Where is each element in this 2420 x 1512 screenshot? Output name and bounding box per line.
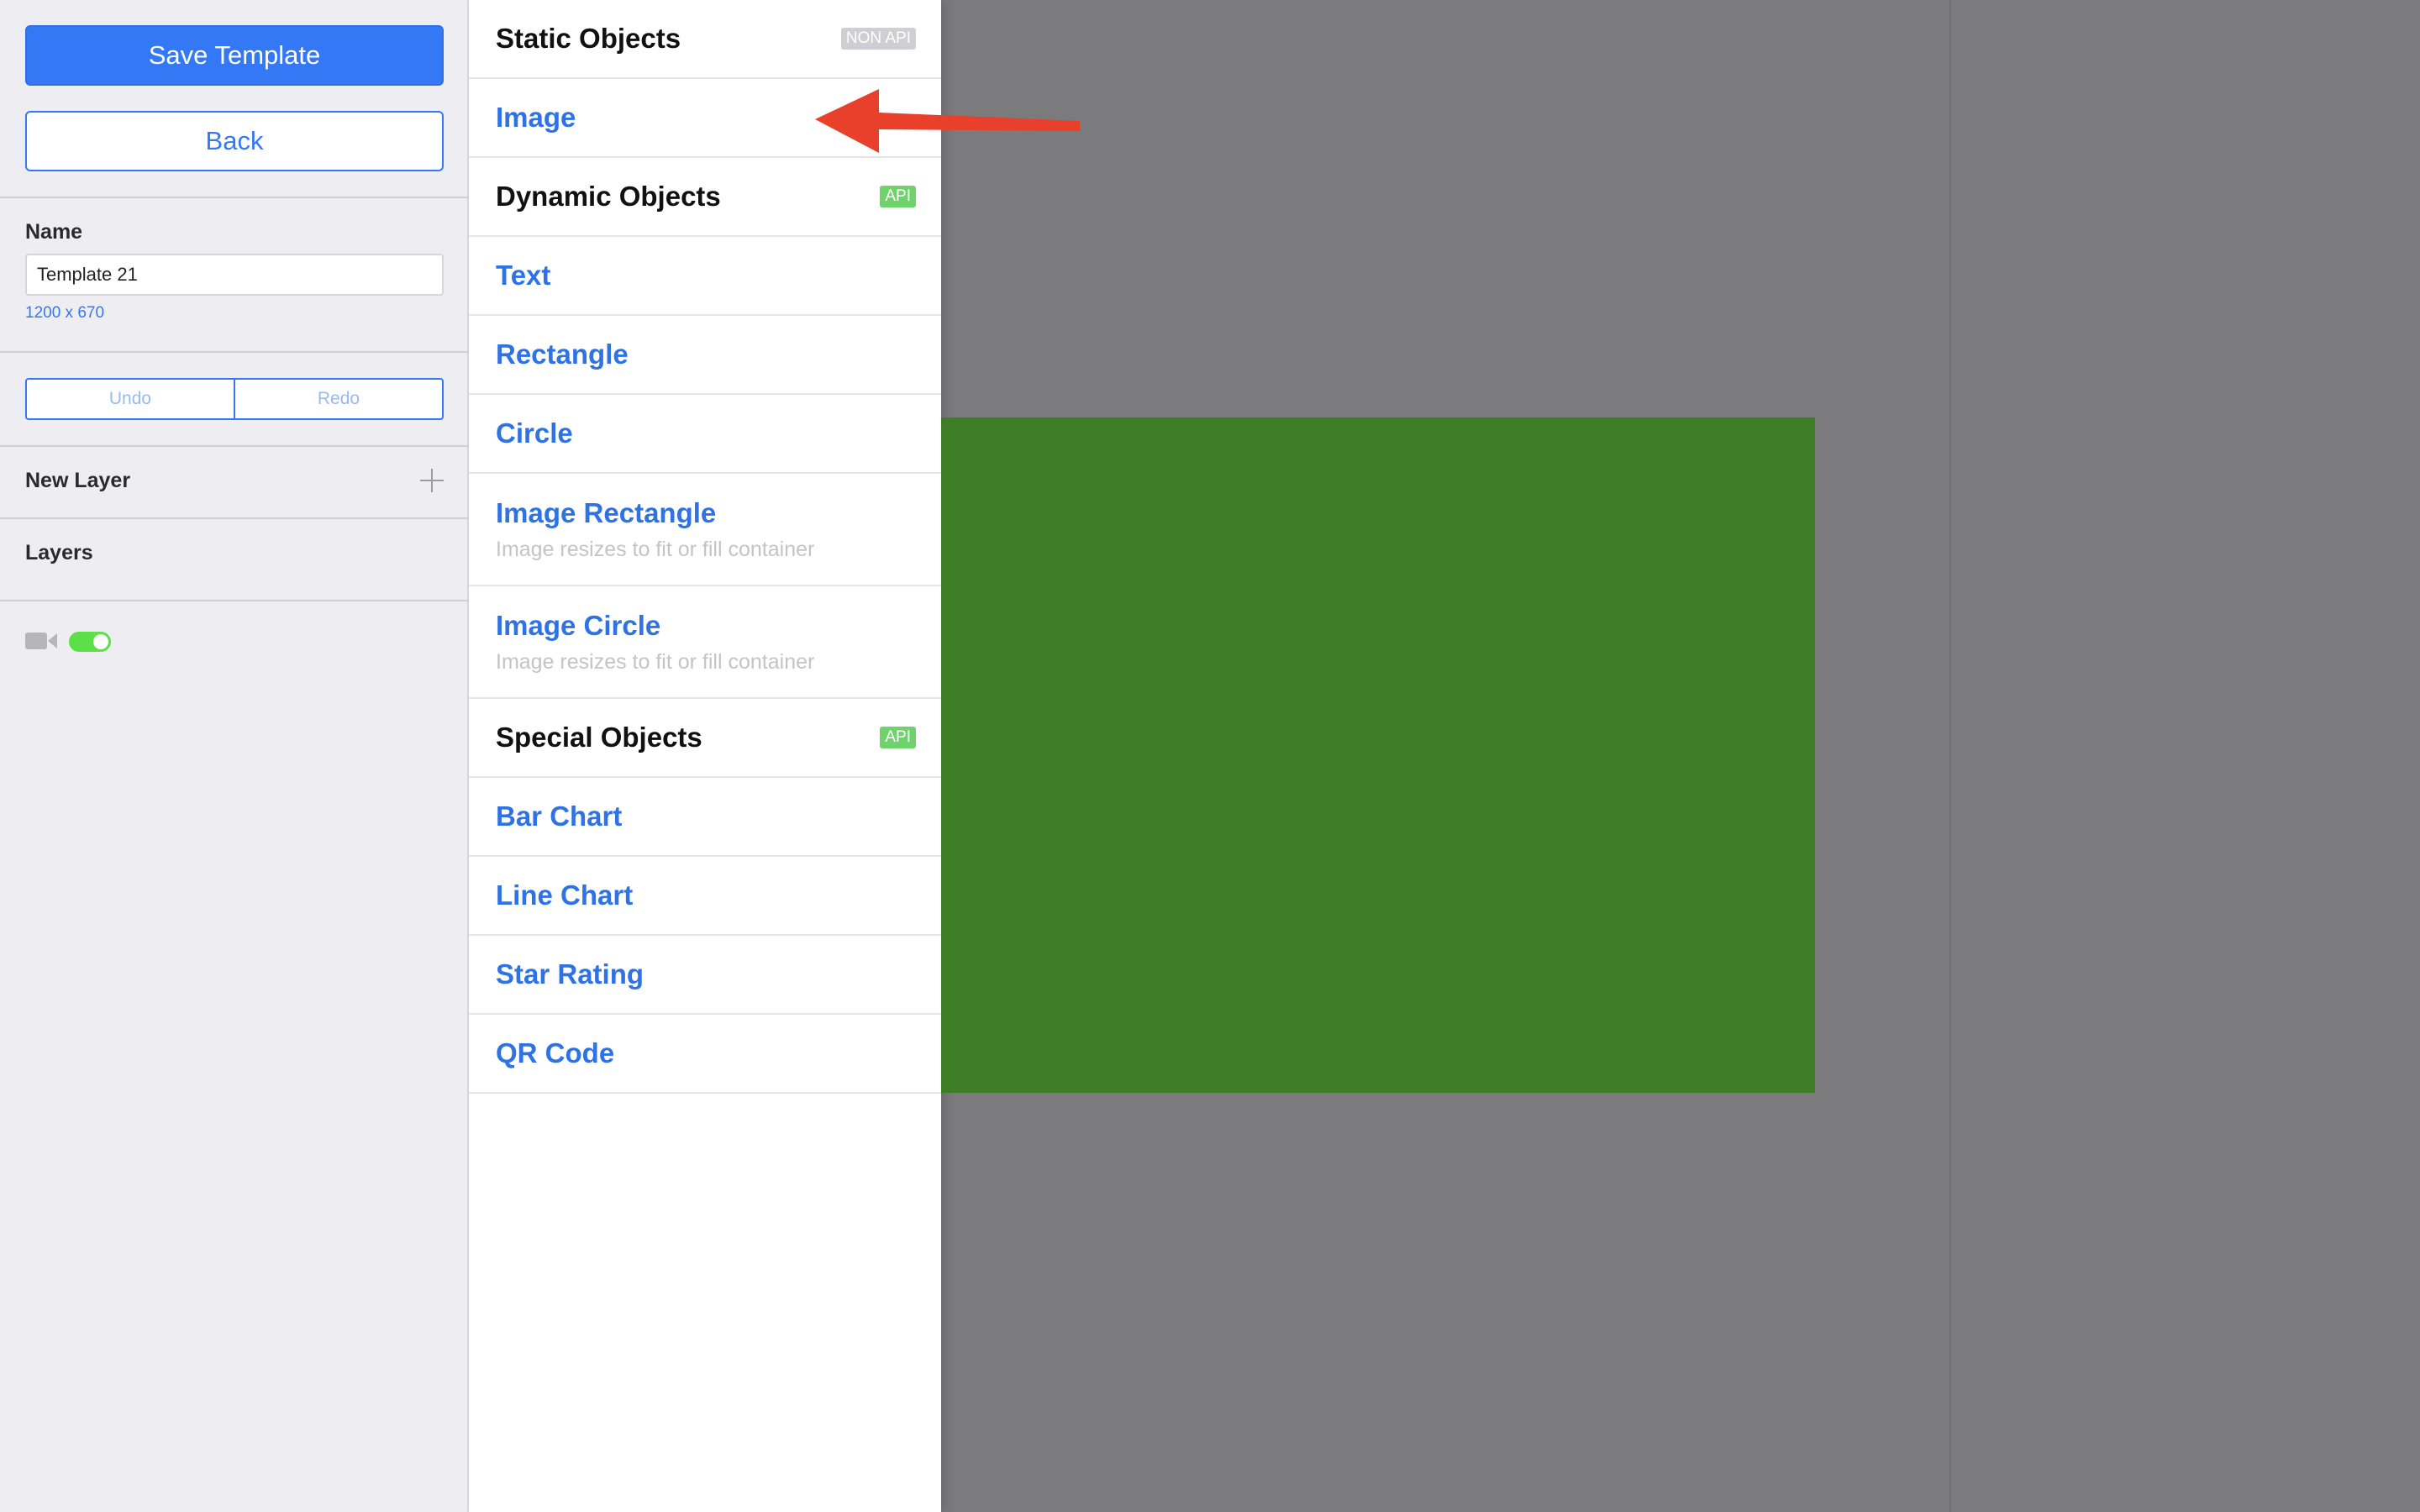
menu-item-label: Rectangle [496,339,629,370]
video-camera-icon [25,633,57,649]
annotation-arrow-icon [815,89,1080,153]
menu-item-label: Image [496,102,576,133]
toggle-knob [93,634,108,649]
menu-item-label: Line Chart [496,879,634,911]
menu-item-label: QR Code [496,1037,615,1068]
new-layer-label: New Layer [25,469,131,492]
sidebar-divider [0,445,469,447]
name-label: Name [25,220,83,244]
menu-item-label: Circle [496,417,573,449]
sidebar-divider [0,600,469,601]
redo-button[interactable]: Redo [234,380,442,418]
add-layer-plus-icon[interactable] [420,469,444,492]
menu-item-description: Image resizes to fit or fill container [496,649,815,674]
template-name-input[interactable] [25,254,444,296]
template-dimensions: 1200 x 670 [25,304,105,322]
add-object-menu: Static Objects NON API Image Dynamic Obj… [469,0,941,1512]
undo-button[interactable]: Undo [27,380,234,418]
template-canvas[interactable] [941,417,1815,1093]
menu-item-star-rating[interactable]: Star Rating [469,936,941,1015]
menu-item-label: Bar Chart [496,801,623,832]
undo-redo-control: Undo Redo [25,378,444,420]
canvas-guide-line [1949,0,1951,1512]
editor-sidebar: Save Template Back Name 1200 x 670 Undo … [0,0,469,1512]
api-badge: API [880,727,916,748]
section-title: Static Objects [496,23,681,54]
api-badge: API [880,186,916,207]
back-button[interactable]: Back [25,111,444,171]
layers-label: Layers [25,541,93,564]
menu-item-description: Image resizes to fit or fill container [496,537,815,561]
sidebar-divider [0,197,469,198]
video-toggle[interactable] [69,632,111,652]
section-title: Special Objects [496,722,702,753]
special-objects-header: Special Objects API [469,699,941,778]
section-title: Dynamic Objects [496,181,721,212]
dynamic-objects-header: Dynamic Objects API [469,158,941,237]
sidebar-divider [0,517,469,519]
menu-item-bar-chart[interactable]: Bar Chart [469,778,941,857]
menu-item-label: Text [496,260,551,291]
menu-item-label: Image Rectangle [496,496,717,528]
menu-item-line-chart[interactable]: Line Chart [469,857,941,936]
menu-item-text[interactable]: Text [469,237,941,316]
save-template-button[interactable]: Save Template [25,25,444,86]
static-objects-header: Static Objects NON API [469,0,941,79]
menu-item-image-circle[interactable]: Image Circle Image resizes to fit or fil… [469,586,941,699]
menu-item-rectangle[interactable]: Rectangle [469,316,941,395]
menu-item-label: Star Rating [496,958,644,990]
non-api-badge: NON API [840,28,916,50]
menu-item-label: Image Circle [496,609,661,641]
menu-item-circle[interactable]: Circle [469,395,941,474]
sidebar-divider [0,351,469,353]
menu-item-qr-code[interactable]: QR Code [469,1015,941,1094]
menu-item-image-rectangle[interactable]: Image Rectangle Image resizes to fit or … [469,474,941,586]
